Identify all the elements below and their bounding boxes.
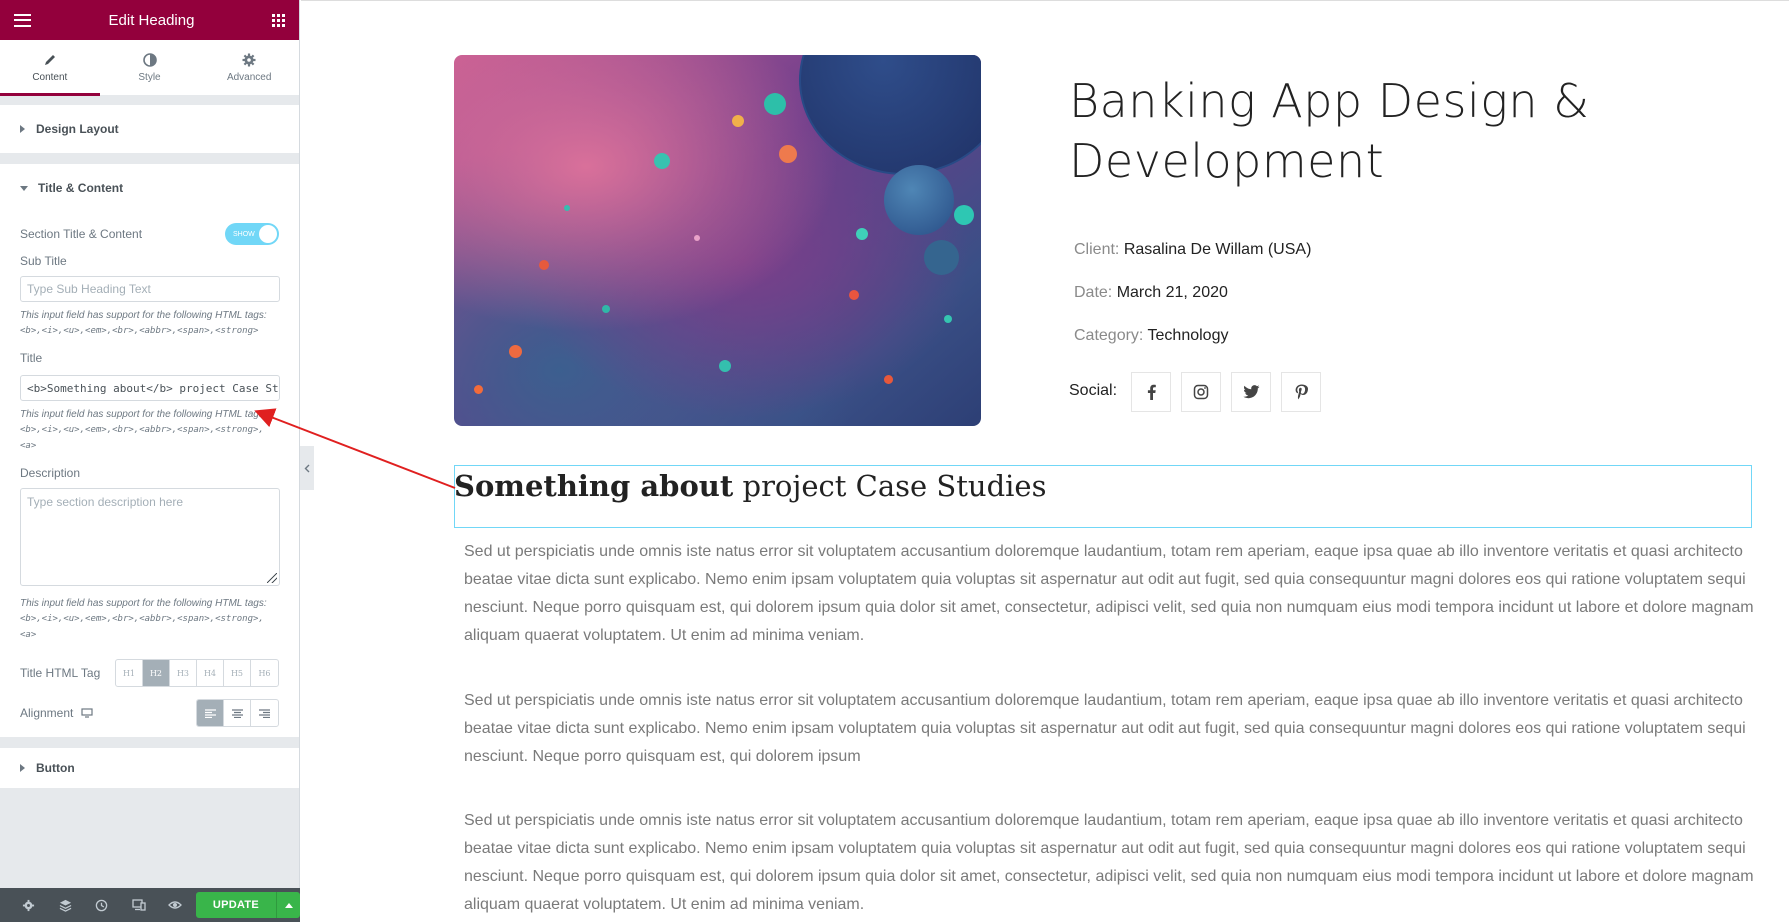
section-toggle-switch[interactable]: SHOW (225, 223, 279, 245)
layers-icon (59, 899, 71, 912)
preview-button[interactable] (157, 888, 194, 922)
panel-title: Edit Heading (108, 11, 195, 29)
tab-label: Advanced (226, 71, 272, 83)
section-title: Button (36, 761, 75, 775)
paragraph-3: Sed ut perspiciatis unde omnis iste natu… (464, 812, 1754, 913)
title-label: Title (20, 351, 43, 365)
align-right-icon (259, 708, 270, 718)
facebook-icon (1147, 384, 1156, 400)
tab-style[interactable]: Style (100, 40, 200, 95)
case-studies-heading[interactable]: Something about project Case Studies (454, 469, 1046, 503)
tab-label: Content (32, 71, 68, 83)
caret-right-icon (20, 125, 25, 133)
pinterest-icon (1295, 384, 1308, 399)
title-content-toggle[interactable]: Title & Content (0, 164, 299, 212)
navigator-button[interactable] (47, 888, 84, 922)
widgets-grid-icon[interactable] (272, 13, 285, 27)
meta-category: Category: Technology (1074, 327, 1229, 344)
meta-client: Client: Rasalina De Willam (USA) (1074, 241, 1312, 258)
devices-icon (131, 899, 146, 911)
align-center-button[interactable] (224, 700, 251, 726)
resize-handle-icon[interactable] (267, 573, 277, 583)
instagram-icon (1193, 384, 1209, 400)
history-button[interactable] (84, 888, 121, 922)
twitter-icon (1242, 385, 1259, 399)
tab-advanced[interactable]: Advanced (199, 40, 299, 95)
hamburger-menu-icon[interactable] (14, 13, 31, 27)
align-left-icon (204, 708, 216, 718)
section-design-layout: Design Layout (0, 104, 299, 153)
gear-icon (22, 899, 34, 911)
history-icon (96, 899, 108, 911)
title-help: This input field has support for the fol… (20, 409, 267, 451)
description-help: This input field has support for the fol… (20, 598, 267, 640)
description-label: Description (20, 466, 81, 480)
section-button: Button (0, 747, 299, 788)
section-title: Design Layout (36, 122, 119, 136)
html-tag-h3[interactable]: H3 (170, 660, 197, 686)
html-tag-h5[interactable]: H5 (224, 660, 251, 686)
description-textarea[interactable]: Type section description here (20, 488, 280, 586)
editor-panel: Edit Heading Content Style Advanced Desi… (0, 0, 301, 922)
update-button[interactable]: UPDATE (195, 892, 277, 918)
button-section-toggle[interactable]: Button (0, 748, 299, 788)
section-toggle-label: Section Title & Content (20, 227, 143, 241)
project-title: Banking App Design & Development (1069, 74, 1590, 188)
subtitle-label: Sub Title (20, 254, 67, 268)
html-tag-h2[interactable]: H2 (143, 660, 170, 686)
paragraph-2: Sed ut perspiciatis unde omnis iste natu… (464, 692, 1746, 765)
alignment-selector (196, 699, 279, 727)
twitter-link[interactable] (1231, 372, 1271, 412)
instagram-link[interactable] (1181, 372, 1221, 412)
update-options-button[interactable] (276, 892, 301, 918)
align-left-button[interactable] (197, 700, 224, 726)
contrast-icon (142, 52, 157, 67)
tab-label: Style (138, 71, 161, 83)
align-right-button[interactable] (251, 700, 278, 726)
pinterest-link[interactable] (1281, 372, 1321, 412)
gear-icon (242, 53, 256, 66)
social-label: Social: (1069, 382, 1118, 399)
html-tag-label: Title HTML Tag (20, 666, 101, 680)
page-preview: Banking App Design & Development Client:… (301, 0, 1789, 922)
eye-icon (168, 901, 183, 909)
html-tag-h1[interactable]: H1 (116, 660, 143, 686)
meta-date: Date: March 21, 2020 (1074, 284, 1228, 301)
pencil-icon (44, 54, 55, 65)
subtitle-help: This input field has support for the fol… (20, 310, 267, 336)
facebook-link[interactable] (1131, 372, 1171, 412)
design-layout-toggle[interactable]: Design Layout (0, 105, 299, 153)
subtitle-input[interactable]: Type Sub Heading Text (20, 276, 280, 302)
html-tag-h4[interactable]: H4 (197, 660, 224, 686)
responsive-mode-button[interactable] (120, 888, 157, 922)
panel-header: Edit Heading (0, 0, 299, 40)
panel-tabs: Content Style Advanced (0, 40, 299, 96)
html-tag-selector: H1 H2 H3 H4 H5 H6 (115, 659, 279, 687)
description-placeholder: Type section description here (27, 495, 184, 509)
alignment-label: Alignment (20, 706, 74, 720)
desktop-icon[interactable] (81, 708, 93, 718)
panel-footer: UPDATE (0, 888, 301, 922)
caret-down-icon (20, 185, 28, 191)
project-image (454, 55, 981, 426)
tab-content[interactable]: Content (0, 40, 100, 96)
html-tag-h6[interactable]: H6 (251, 660, 278, 686)
section-title-content: Title & Content Section Title & Content … (0, 163, 299, 737)
title-input[interactable]: <b>Something about</b> project Case Stu (20, 375, 280, 401)
caret-up-icon (284, 902, 293, 908)
switch-text: SHOW (233, 230, 255, 238)
align-center-icon (231, 708, 243, 718)
settings-button[interactable] (10, 888, 47, 922)
caret-right-icon (20, 764, 25, 772)
paragraph-1: Sed ut perspiciatis unde omnis iste natu… (464, 543, 1754, 644)
section-title: Title & Content (38, 181, 124, 195)
